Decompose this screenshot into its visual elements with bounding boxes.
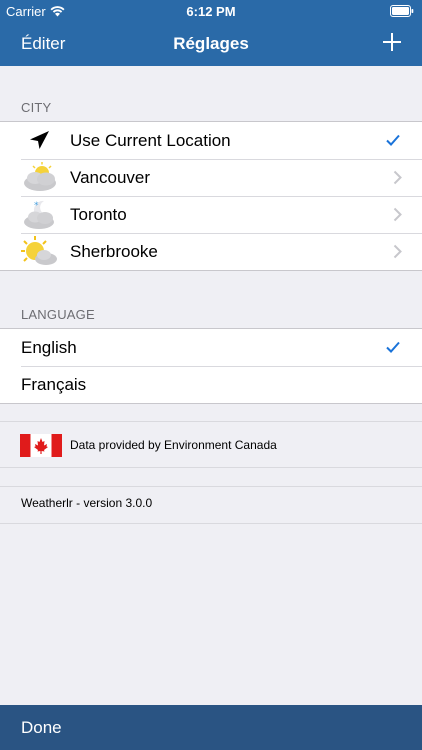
chevron-right-icon	[393, 207, 402, 222]
city-row-current-location[interactable]: Use Current Location	[0, 122, 422, 159]
battery-icon	[390, 5, 414, 20]
chevron-right-icon	[393, 170, 402, 185]
city-row-label: Use Current Location	[70, 131, 231, 150]
language-row-english[interactable]: English	[0, 329, 422, 366]
language-row-francais[interactable]: Français	[0, 366, 422, 403]
sun-cloud-icon	[21, 236, 57, 265]
bottom-toolbar: Done	[0, 705, 422, 750]
night-cloud-icon: *	[24, 200, 54, 229]
data-provider-text: Data provided by Environment Canada	[70, 438, 277, 452]
navigation-bar: Éditer Réglages	[0, 22, 422, 66]
done-button[interactable]: Done	[21, 718, 62, 738]
divider	[0, 467, 422, 468]
divider	[0, 523, 422, 524]
city-row-label: Toronto	[70, 205, 127, 224]
city-row-label: Vancouver	[70, 168, 151, 187]
status-bar: Carrier 6:12 PM	[0, 0, 422, 22]
checkmark-icon	[386, 134, 400, 146]
city-list: Use Current Location Vancouver * Toronto…	[0, 121, 422, 271]
checkmark-icon	[386, 341, 400, 353]
city-section-header: CITY	[21, 100, 52, 115]
divider	[0, 486, 422, 487]
edit-button[interactable]: Éditer	[21, 34, 65, 54]
language-list: English Français	[0, 328, 422, 404]
city-row-label: Sherbrooke	[70, 242, 158, 261]
plus-icon[interactable]	[380, 30, 404, 54]
divider	[0, 421, 422, 422]
language-row-label: English	[21, 338, 77, 357]
version-text: Weatherlr - version 3.0.0	[21, 496, 153, 510]
city-row-vancouver[interactable]: Vancouver	[0, 159, 422, 196]
svg-text:*: *	[34, 201, 39, 211]
status-time: 6:12 PM	[186, 4, 236, 19]
chevron-right-icon	[393, 244, 402, 259]
language-row-label: Français	[21, 375, 87, 394]
city-row-sherbrooke[interactable]: Sherbrooke	[0, 233, 422, 270]
location-arrow-icon	[30, 131, 49, 149]
city-row-toronto[interactable]: * Toronto	[0, 196, 422, 233]
cloudy-sun-icon	[24, 162, 56, 191]
canada-flag-icon	[20, 434, 62, 457]
language-section-header: LANGUAGE	[21, 307, 95, 322]
